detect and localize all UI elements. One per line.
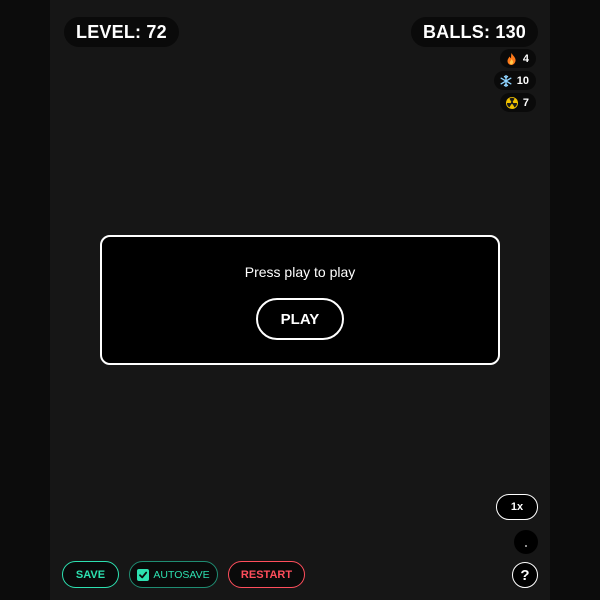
speed-toggle-button[interactable]: 1x bbox=[496, 494, 538, 520]
powerup-freeze[interactable]: 10 bbox=[493, 71, 536, 90]
balls-counter: BALLS: 130 bbox=[410, 17, 538, 47]
right-margin bbox=[550, 0, 600, 600]
checkbox-checked-icon[interactable] bbox=[137, 568, 150, 581]
help-button[interactable]: ? bbox=[512, 562, 538, 588]
radiation-icon bbox=[505, 96, 518, 109]
fire-icon bbox=[506, 52, 518, 65]
dot-icon bbox=[525, 545, 527, 547]
powerup-fire-count: 4 bbox=[522, 52, 529, 65]
autosave-toggle[interactable]: AUTOSAVE bbox=[129, 561, 218, 588]
play-button[interactable]: PLAY bbox=[256, 298, 344, 340]
save-button[interactable]: SAVE bbox=[62, 561, 119, 588]
powerup-fire[interactable]: 4 bbox=[499, 49, 536, 68]
restart-button[interactable]: RESTART bbox=[228, 561, 305, 588]
left-margin bbox=[0, 0, 50, 600]
start-dialog: Press play to play PLAY bbox=[100, 235, 500, 365]
ball-indicator-button[interactable] bbox=[514, 530, 538, 554]
snowflake-icon bbox=[500, 74, 512, 87]
level-counter: LEVEL: 72 bbox=[64, 17, 179, 47]
game-area[interactable]: LEVEL: 72 BALLS: 130 4 10 7 Press play t… bbox=[50, 0, 550, 600]
powerup-radiation-count: 7 bbox=[522, 96, 529, 109]
bottom-toolbar: SAVE AUTOSAVE RESTART bbox=[62, 561, 305, 588]
powerup-radiation[interactable]: 7 bbox=[499, 93, 536, 112]
autosave-label: AUTOSAVE bbox=[153, 568, 210, 581]
powerup-list: 4 10 7 bbox=[493, 49, 536, 112]
powerup-freeze-count: 10 bbox=[516, 74, 529, 87]
start-message: Press play to play bbox=[244, 264, 356, 280]
